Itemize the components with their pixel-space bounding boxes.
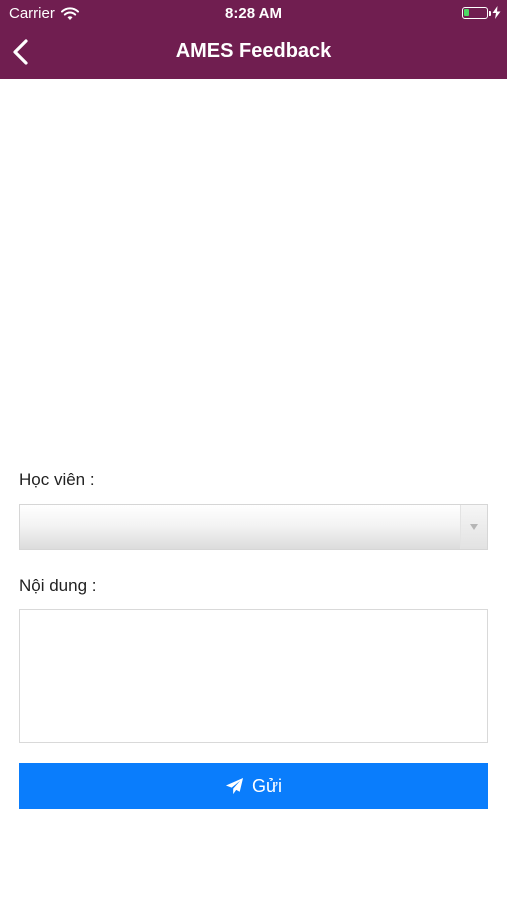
student-label: Học viên : (19, 470, 95, 489)
submit-label: Gửi (251, 775, 283, 796)
content-textarea[interactable] (19, 609, 488, 743)
status-time: 8:28 AM (225, 5, 282, 22)
navigation-bar: AMES Feedback (0, 28, 507, 79)
battery-level (464, 8, 469, 16)
paper-plane-icon (225, 777, 244, 794)
battery-icon (462, 6, 491, 19)
page-title: AMES Feedback (175, 40, 332, 62)
select-arrow[interactable] (460, 505, 487, 549)
content-label: Nội dung : (19, 576, 97, 595)
battery-indicator (462, 6, 501, 19)
top-bar: Carrier 8:28 AM AMES Feedback (0, 0, 507, 79)
student-select[interactable] (19, 504, 488, 550)
status-bar: Carrier 8:28 AM (0, 0, 507, 28)
charging-bolt-icon (492, 6, 501, 19)
caret-down-icon (470, 524, 478, 530)
submit-button[interactable]: Gửi (19, 763, 488, 809)
